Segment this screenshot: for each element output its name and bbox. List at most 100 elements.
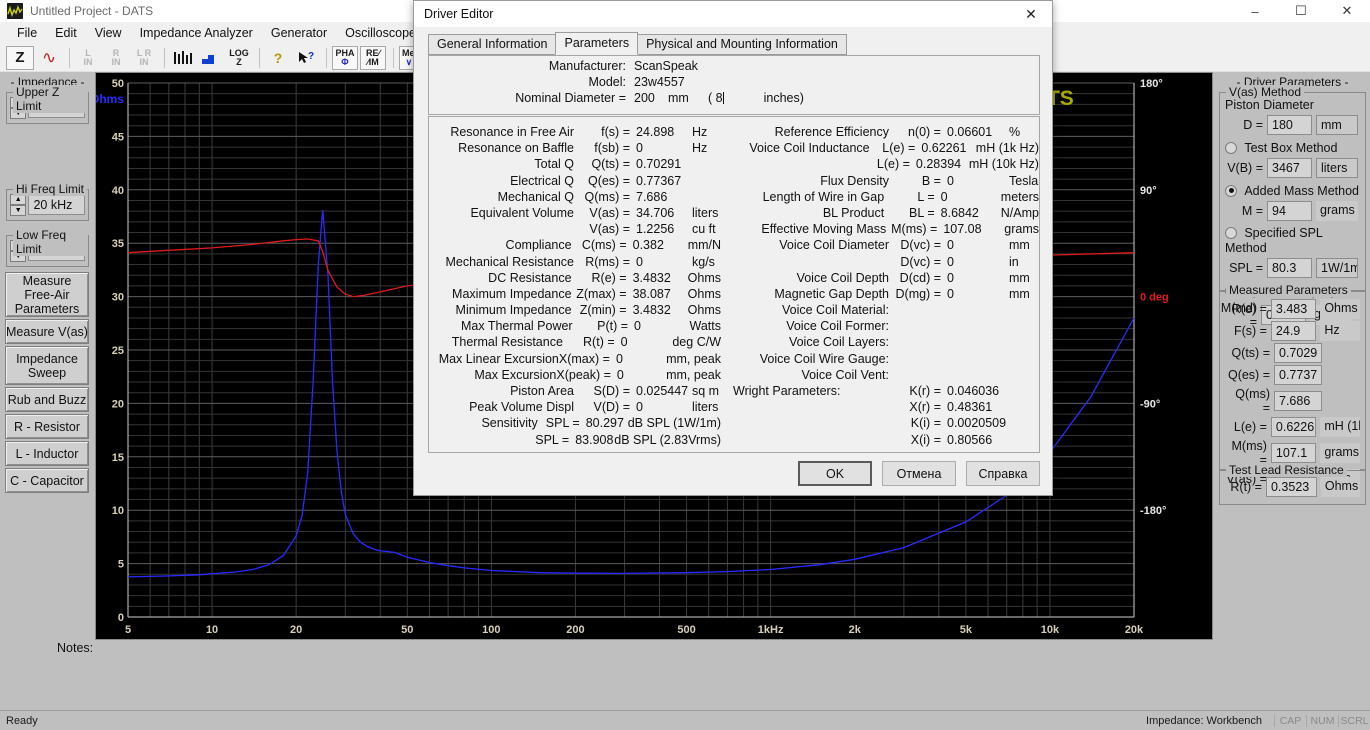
parameter-value[interactable]: 0 (947, 255, 1009, 269)
test-box-volume-field[interactable]: 3467 (1267, 157, 1312, 178)
left-right-in-button[interactable]: L R IN (131, 46, 157, 70)
parameter-value[interactable]: 0 (947, 287, 1009, 301)
measured-row-field[interactable]: 0.7737 (1274, 365, 1322, 385)
measure-vas-button[interactable]: Measure V(as) (5, 319, 89, 344)
test-lead-field[interactable]: 0.3523 (1265, 477, 1317, 497)
nominal-diameter-value[interactable]: 200 (634, 91, 668, 105)
bar-graph-button[interactable] (198, 46, 224, 70)
parameter-value[interactable]: 0 (941, 190, 1001, 204)
sine-wave-button[interactable]: ∿ (36, 46, 62, 70)
manufacturer-value[interactable]: ScanSpeak (634, 59, 698, 73)
parameter-value[interactable]: 0 (947, 238, 1009, 252)
tab-parameters[interactable]: Parameters (555, 32, 639, 55)
parameter-row: Minimum Impedance Z(min) = 3.4832 Ohms (429, 303, 721, 319)
tab-physical-and-mounting-information[interactable]: Physical and Mounting Information (637, 34, 847, 55)
context-help-button[interactable]: ? (293, 46, 319, 70)
tab-general-information[interactable]: General Information (428, 34, 557, 55)
specified-spl-method-radio[interactable]: Specified SPL Method (1225, 226, 1360, 255)
radio-unchecked-icon[interactable] (1225, 227, 1237, 240)
right-in-button[interactable]: R IN (103, 46, 129, 70)
menu-generator[interactable]: Generator (262, 24, 336, 42)
left-in-button[interactable]: L IN (75, 46, 101, 70)
parameter-value[interactable]: 3.4832 (633, 303, 688, 317)
parameter-value[interactable]: 0 (616, 352, 666, 366)
measured-row-field[interactable]: 0.6226 (1270, 417, 1317, 437)
radio-unchecked-icon[interactable] (1225, 141, 1237, 154)
spectrum-button[interactable] (170, 46, 196, 70)
menu-impedance-analyzer[interactable]: Impedance Analyzer (131, 24, 262, 42)
measured-row-field[interactable]: 7.686 (1274, 391, 1322, 411)
parameter-value[interactable]: 0.046036 (947, 384, 1009, 398)
parameter-value[interactable]: 0.0020509 (947, 416, 1009, 430)
measure-free-air-parameters-button[interactable]: Measure Free-Air Parameters (5, 272, 89, 317)
re-im-button[interactable]: RE∕ ∕IM (360, 45, 386, 70)
parameter-value[interactable]: 107.08 (943, 222, 1004, 236)
inductor-button[interactable]: L - Inductor (5, 441, 89, 466)
piston-diameter-field[interactable]: 180 (1267, 115, 1312, 135)
parameter-value[interactable]: 0.80566 (947, 433, 1009, 447)
radio-checked-icon[interactable] (1225, 184, 1237, 197)
measured-row-field[interactable]: 0.7029 (1274, 343, 1322, 363)
phase-button[interactable]: PHA Φ (332, 45, 358, 70)
parameter-value[interactable]: 0.70291 (636, 157, 692, 171)
measured-row-field[interactable]: 3.483 (1270, 299, 1317, 319)
menu-edit[interactable]: Edit (46, 24, 86, 42)
close-button[interactable]: ✕ (1324, 0, 1370, 22)
rub-and-buzz-button[interactable]: Rub and Buzz (5, 387, 89, 412)
resistor-button[interactable]: R - Resistor (5, 414, 89, 439)
measured-row-field[interactable]: 24.9 (1270, 321, 1317, 341)
capacitor-button[interactable]: C - Capacitor (5, 468, 89, 493)
parameter-value[interactable]: 0.382 (633, 238, 688, 252)
menu-file[interactable]: File (8, 24, 46, 42)
ok-button[interactable]: OK (798, 461, 872, 486)
parameter-value[interactable]: 1.2256 (636, 222, 692, 236)
parameter-value[interactable]: 0 (636, 141, 692, 155)
dialog-close-button[interactable]: ✕ (1010, 1, 1052, 27)
parameter-value[interactable]: 0 (636, 255, 692, 269)
impedance-z-button[interactable]: Z (6, 45, 34, 70)
test-lead-row: R(t) = 0.3523 Ohms (1220, 477, 1365, 497)
hi-freq-limit-group: Hi Freq Limit ▲ ▼ 20 kHz (6, 182, 89, 221)
minimize-button[interactable]: – (1232, 0, 1278, 22)
help-question-button[interactable]: ? (265, 46, 291, 70)
parameter-value[interactable]: 0.62261 (921, 141, 975, 155)
parameter-value[interactable]: 34.706 (636, 206, 692, 220)
parameter-value[interactable]: 80.297 (586, 416, 628, 430)
menu-view[interactable]: View (86, 24, 131, 42)
log-z-button[interactable]: LOG Z (226, 46, 252, 70)
parameter-value[interactable]: 8.6842 (941, 206, 1001, 220)
nominal-diameter-inches-value[interactable]: ( 8 (708, 91, 723, 105)
parameter-value[interactable]: 83.908 (575, 433, 614, 447)
test-box-method-radio[interactable]: Test Box Method (1225, 140, 1360, 155)
parameter-value[interactable]: 0 (617, 368, 666, 382)
parameter-value[interactable]: 24.898 (636, 125, 692, 139)
hi-freq-spinner[interactable]: ▲ ▼ (10, 194, 27, 216)
parameter-value[interactable]: 0.48361 (947, 400, 1009, 414)
maximize-button[interactable]: ☐ (1278, 0, 1324, 22)
cancel-button[interactable]: Отмена (882, 461, 956, 486)
parameter-value[interactable]: 0 (947, 174, 1009, 188)
help-button[interactable]: Справка (966, 461, 1040, 486)
parameter-value[interactable]: 0 (636, 400, 692, 414)
measured-row-field[interactable]: 107.1 (1270, 443, 1317, 463)
menu-oscilloscope[interactable]: Oscilloscope (336, 24, 425, 42)
parameter-value[interactable]: 0.06601 (947, 125, 1009, 139)
parameter-value[interactable]: 38.087 (633, 287, 688, 301)
spin-down-icon[interactable]: ▼ (10, 205, 27, 216)
added-mass-method-radio[interactable]: Added Mass Method (1225, 183, 1360, 198)
parameter-value[interactable]: 0.77367 (636, 174, 692, 188)
added-mass-field[interactable]: 94 (1267, 200, 1312, 221)
parameter-value[interactable]: 0 (621, 335, 673, 349)
parameter-value[interactable]: 0 (634, 319, 689, 333)
parameter-value[interactable]: 0.28394 (916, 157, 969, 171)
impedance-sweep-button[interactable]: Impedance Sweep (5, 346, 89, 385)
hi-freq-limit-field[interactable]: 20 kHz (28, 195, 85, 215)
parameter-value[interactable]: 7.686 (636, 190, 692, 204)
parameter-value[interactable]: 0 (947, 271, 1009, 285)
model-value[interactable]: 23w4557 (634, 75, 685, 89)
specified-spl-field[interactable]: 80.3 (1267, 258, 1312, 279)
test-lead-resistance-group: Test Lead Resistance R(t) = 0.3523 Ohms (1219, 463, 1366, 505)
parameter-label: Resonance in Free Air (450, 125, 574, 139)
parameter-value[interactable]: 0.025447 (636, 384, 692, 398)
parameter-value[interactable]: 3.4832 (633, 271, 688, 285)
